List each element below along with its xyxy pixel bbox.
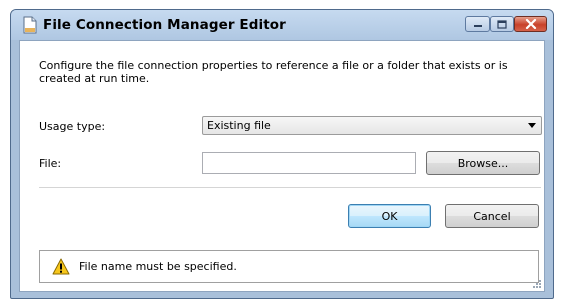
window-title: File Connection Manager Editor [43,17,286,33]
usage-type-label: Usage type: [39,120,106,133]
warning-icon [52,258,70,275]
file-path-input[interactable] [202,152,416,174]
divider [39,187,541,188]
validation-message: File name must be specified. [79,260,237,273]
ok-button[interactable]: OK [348,204,431,228]
dialog-content: Configure the file connection properties… [19,40,545,292]
cancel-button[interactable]: Cancel [445,204,539,228]
chevron-down-icon [528,123,536,128]
close-button[interactable] [514,16,547,32]
usage-type-value: Existing file [207,119,271,132]
usage-type-dropdown[interactable]: Existing file [202,116,542,135]
validation-message-box: File name must be specified. [39,250,539,283]
resize-grip-icon[interactable] [532,279,542,289]
minimize-icon [473,25,482,27]
maximize-button[interactable] [490,16,514,32]
maximize-icon [497,19,507,29]
browse-button[interactable]: Browse... [426,151,540,175]
title-bar[interactable]: File Connection Manager Editor [11,10,553,40]
file-label: File: [39,157,62,170]
description-text: Configure the file connection properties… [39,59,508,85]
file-icon [23,16,37,34]
close-icon [525,19,536,29]
dialog-window: File Connection Manager Editor Configure… [10,9,554,299]
minimize-button[interactable] [465,16,490,32]
